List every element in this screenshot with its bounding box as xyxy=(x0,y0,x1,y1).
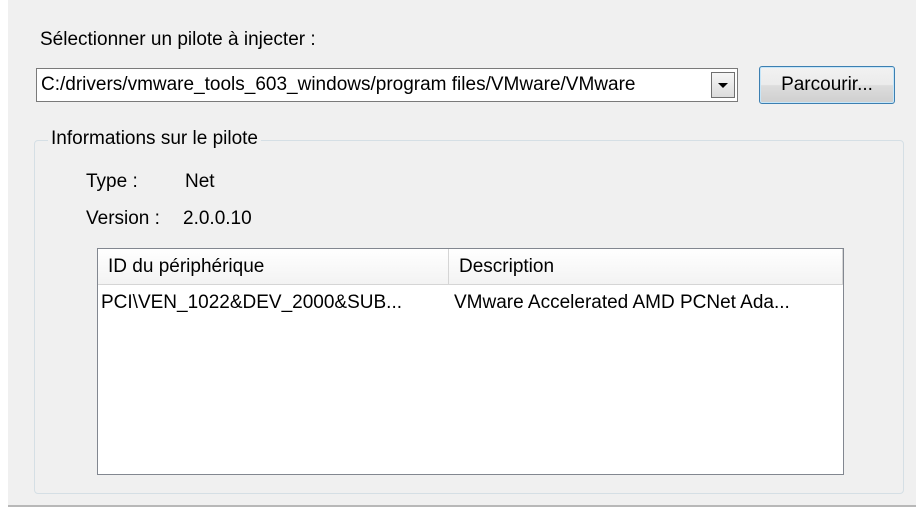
browse-button[interactable]: Parcourir... xyxy=(759,66,895,104)
column-header-description[interactable]: Description xyxy=(449,249,843,285)
driver-info-title: Informations sur le pilote xyxy=(48,127,261,151)
type-label: Type : xyxy=(86,171,138,192)
driver-path-value[interactable]: C:/drivers/vmware_tools_603_windows/prog… xyxy=(41,69,713,101)
device-description-cell[interactable]: VMware Accelerated AMD PCNet Ada... xyxy=(454,289,842,317)
dropdown-arrow-button[interactable] xyxy=(711,72,735,98)
column-header-device-id[interactable]: ID du périphérique xyxy=(98,249,449,285)
version-value: 2.0.0.10 xyxy=(183,208,252,229)
select-driver-label: Sélectionner un pilote à injecter : xyxy=(40,29,316,50)
driver-path-combobox[interactable]: C:/drivers/vmware_tools_603_windows/prog… xyxy=(36,68,738,102)
type-value: Net xyxy=(185,171,215,192)
device-list[interactable]: ID du périphérique Description PCI\VEN_1… xyxy=(97,248,844,475)
device-id-cell[interactable]: PCI\VEN_1022&DEV_2000&SUB... xyxy=(101,289,450,317)
version-label: Version : xyxy=(86,208,160,229)
chevron-down-icon xyxy=(718,82,728,88)
driver-injection-panel: Sélectionner un pilote à injecter : C:/d… xyxy=(8,0,916,507)
